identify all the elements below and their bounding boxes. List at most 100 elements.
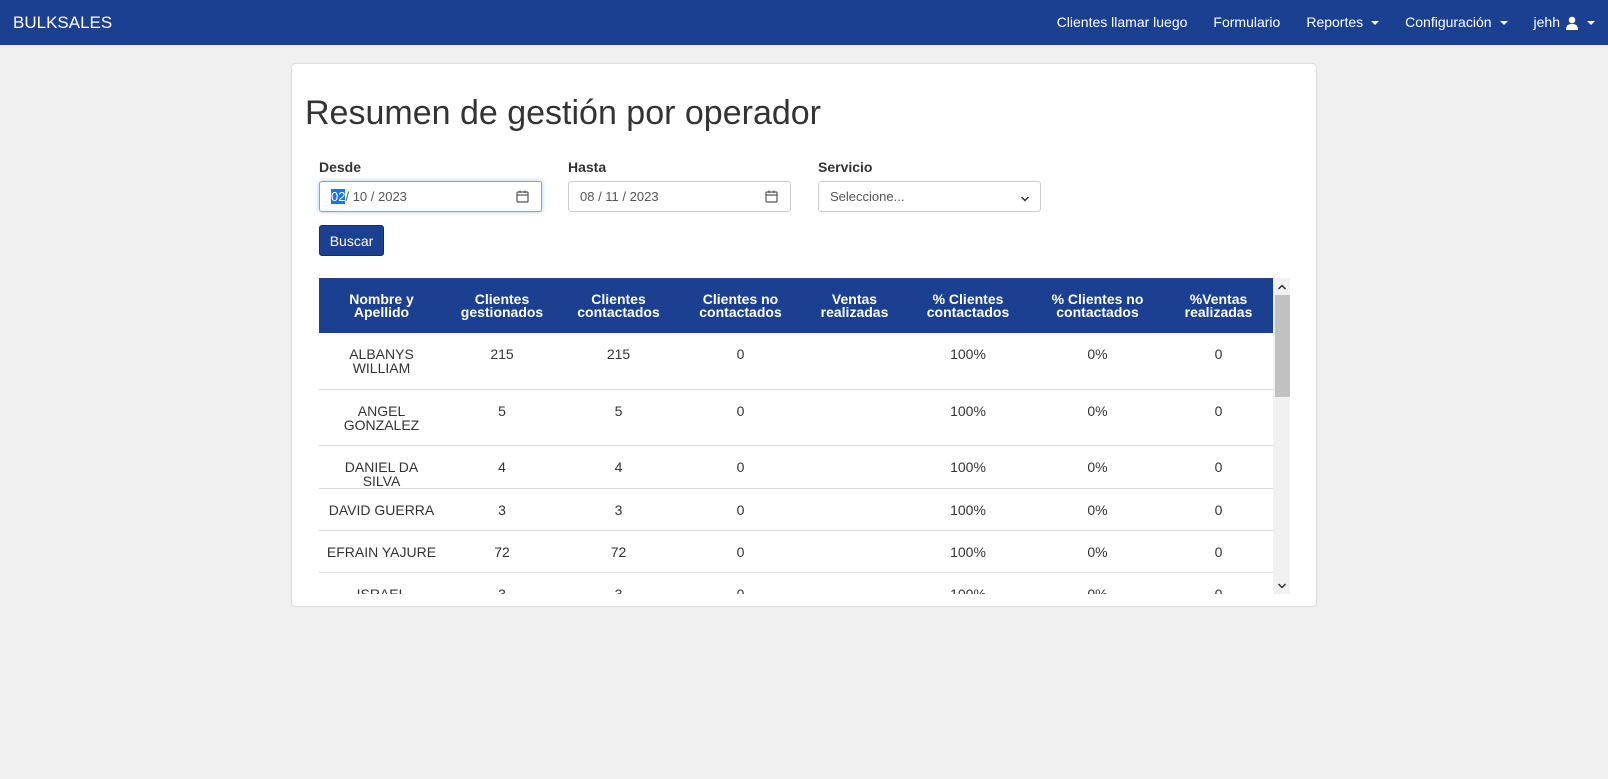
table-cell: DANIEL DA SILVA <box>319 445 444 489</box>
user-name: jehh <box>1533 14 1560 30</box>
table-cell <box>804 445 905 489</box>
table-cell: 3 <box>444 572 560 594</box>
hasta-date-input[interactable]: 08 / 11 / 2023 <box>568 181 791 212</box>
servicio-selected-value: Seleccione... <box>830 189 905 204</box>
servicio-field: Servicio Seleccione... <box>818 159 1041 212</box>
nav-clientes-llamar-luego[interactable]: Clientes llamar luego <box>1044 0 1201 45</box>
nav-label: Configuración <box>1405 14 1492 30</box>
report-panel: Resumen de gestión por operador Desde 02… <box>291 63 1317 607</box>
table-cell: 0 <box>1164 389 1273 446</box>
table-cell: 0 <box>1164 333 1273 390</box>
table-cell: 3 <box>560 488 677 531</box>
column-header: Clientes contactados <box>560 278 677 333</box>
table-cell: 100% <box>905 488 1031 531</box>
chevron-down-icon <box>1020 192 1030 207</box>
nav-user-dropdown[interactable]: jehh <box>1521 0 1608 45</box>
user-icon <box>1565 16 1579 30</box>
table-cell: 0% <box>1031 333 1164 390</box>
table-cell: EFRAIN YAJURE <box>319 530 444 573</box>
column-header: % Clientes no contactados <box>1031 278 1164 333</box>
table-cell: 215 <box>444 333 560 390</box>
table-row: DAVID GUERRA 3 3 0 100% 0% 0 <box>319 488 1273 531</box>
table-cell: 0% <box>1031 488 1164 531</box>
table-cell: 100% <box>905 530 1031 573</box>
caret-down-icon <box>1371 20 1380 25</box>
column-header: Ventas realizadas <box>804 278 905 333</box>
caret-down-icon <box>1587 20 1595 25</box>
table-cell <box>804 488 905 531</box>
nav-configuracion-dropdown[interactable]: Configuración <box>1392 0 1520 45</box>
top-navbar: BULKSALES Clientes llamar luego Formular… <box>0 0 1608 45</box>
table-row: DANIEL DA SILVA 4 4 0 100% 0% 0 <box>319 445 1273 489</box>
nav-reportes-dropdown[interactable]: Reportes <box>1293 0 1392 45</box>
table-cell: 0 <box>677 333 804 390</box>
hasta-label: Hasta <box>568 159 607 175</box>
table-cell: 72 <box>560 530 677 573</box>
table-cell: 215 <box>560 333 677 390</box>
servicio-label: Servicio <box>818 159 873 175</box>
table-row: ISRAEL CARTAYA 3 3 0 100% 0% 0 <box>319 572 1273 594</box>
table-cell: 0 <box>677 530 804 573</box>
table-cell: 0 <box>677 488 804 531</box>
table-cell: 0 <box>1164 445 1273 489</box>
table-cell: 0% <box>1031 389 1164 446</box>
desde-day-segment[interactable]: 02 <box>331 189 346 204</box>
table-cell: 0% <box>1031 572 1164 594</box>
nav-label: Formulario <box>1213 14 1281 30</box>
scroll-up-icon[interactable] <box>1273 278 1290 295</box>
desde-date-rest: / 10 / 2023 <box>345 189 407 204</box>
table-row: ALBANYS WILLIAM 215 215 0 100% 0% 0 <box>319 333 1273 390</box>
table-cell <box>804 530 905 573</box>
column-header: Clientes gestionados <box>444 278 560 333</box>
table-cell <box>804 572 905 594</box>
column-header: % Clientes contactados <box>905 278 1031 333</box>
scroll-down-icon[interactable] <box>1273 577 1290 594</box>
table-cell: 0 <box>677 389 804 446</box>
table-cell: 5 <box>444 389 560 446</box>
table-cell: 0 <box>1164 488 1273 531</box>
page-title: Resumen de gestión por operador <box>305 94 821 132</box>
table-cell <box>804 333 905 390</box>
table-cell: 3 <box>560 572 677 594</box>
servicio-select[interactable]: Seleccione... <box>818 181 1041 212</box>
summary-table: Nombre y Apellido Clientes gestionados C… <box>319 278 1273 594</box>
table-cell: 0% <box>1031 530 1164 573</box>
column-header: %Ventas realizadas <box>1164 278 1273 333</box>
operator-summary-table[interactable]: Nombre y Apellido Clientes gestionados C… <box>319 278 1290 594</box>
table-cell: DAVID GUERRA <box>319 488 444 531</box>
nav-formulario[interactable]: Formulario <box>1200 0 1293 45</box>
desde-field: Desde 02 / 10 / 2023 <box>319 159 542 212</box>
table-cell: 0 <box>677 445 804 489</box>
hasta-field: Hasta 08 / 11 / 2023 <box>568 159 791 212</box>
table-cell: ANGEL GONZALEZ <box>319 389 444 446</box>
table-cell: 0% <box>1031 445 1164 489</box>
desde-date-input[interactable]: 02 / 10 / 2023 <box>319 181 542 212</box>
table-cell: 4 <box>444 445 560 489</box>
calendar-icon[interactable] <box>765 190 778 206</box>
table-row: EFRAIN YAJURE 72 72 0 100% 0% 0 <box>319 530 1273 573</box>
table-cell: 3 <box>444 488 560 531</box>
column-header: Nombre y Apellido <box>319 278 444 333</box>
brand-logo[interactable]: BULKSALES <box>13 13 112 33</box>
table-cell: 100% <box>905 389 1031 446</box>
table-cell <box>804 389 905 446</box>
table-cell: 0 <box>1164 530 1273 573</box>
table-row: ANGEL GONZALEZ 5 5 0 100% 0% 0 <box>319 389 1273 446</box>
column-header: Clientes no contactados <box>677 278 804 333</box>
table-cell: 100% <box>905 445 1031 489</box>
scrollbar-thumb[interactable] <box>1275 295 1290 397</box>
table-cell: 72 <box>444 530 560 573</box>
table-cell: 5 <box>560 389 677 446</box>
table-cell: 0 <box>1164 572 1273 594</box>
nav-label: Reportes <box>1306 14 1364 30</box>
table-cell: ALBANYS WILLIAM <box>319 333 444 390</box>
buscar-button[interactable]: Buscar <box>319 225 384 256</box>
table-header-row: Nombre y Apellido Clientes gestionados C… <box>319 278 1273 333</box>
hasta-date-value: 08 / 11 / 2023 <box>580 189 659 204</box>
desde-label: Desde <box>319 159 362 175</box>
calendar-icon[interactable] <box>516 190 529 206</box>
table-cell: 0 <box>677 572 804 594</box>
table-scrollbar[interactable] <box>1273 278 1290 594</box>
caret-down-icon <box>1499 20 1508 25</box>
table-cell: 100% <box>905 572 1031 594</box>
